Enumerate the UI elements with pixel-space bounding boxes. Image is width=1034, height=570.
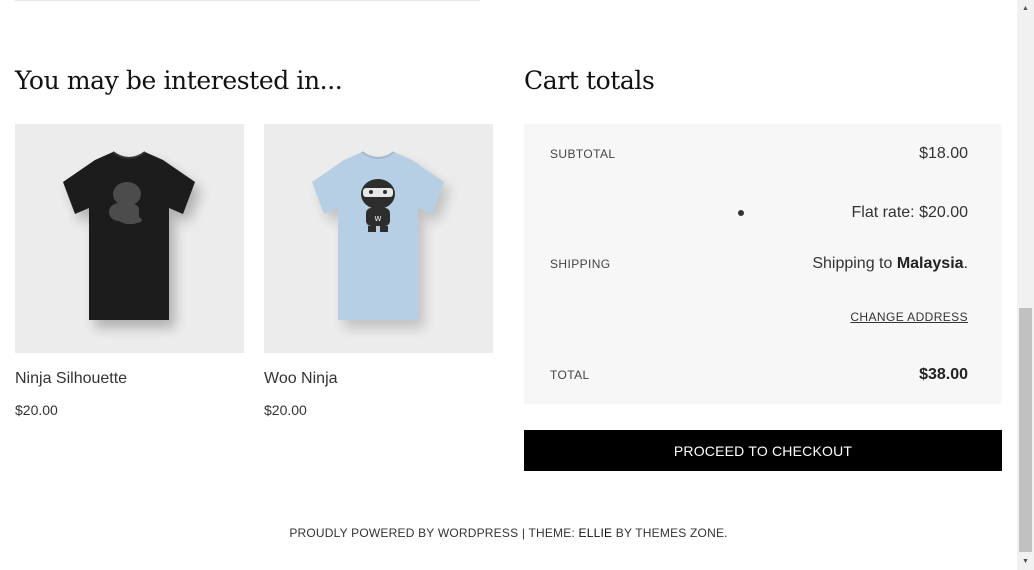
- shipping-to-text: Shipping to: [812, 255, 897, 272]
- shipping-destination: Shipping to Malaysia.: [812, 255, 968, 273]
- scroll-down-arrow-icon[interactable]: ▼: [1017, 553, 1034, 570]
- product-price: $20.00: [15, 402, 58, 418]
- footer-theme-link[interactable]: ELLIE: [579, 526, 613, 540]
- shipping-to-suffix: .: [963, 255, 968, 272]
- subtotal-value: $18.00: [919, 145, 968, 162]
- shirt-body: [312, 152, 444, 320]
- shipping-method-bullet[interactable]: [738, 210, 744, 216]
- top-divider: [15, 0, 480, 1]
- cart-totals-table: SUBTOTAL $18.00 Flat rate: $20.00 SHIPPI…: [524, 124, 1002, 404]
- shirt-body: [63, 152, 195, 320]
- product-card-woo-ninja[interactable]: W Woo Ninja $20.00: [264, 124, 493, 418]
- total-label: TOTAL: [550, 368, 590, 382]
- tshirt-image: [63, 151, 201, 328]
- footer-by-text: BY THEMES ZONE.: [612, 526, 728, 540]
- site-footer: PROUDLY POWERED BY WORDPRESS | THEME: EL…: [0, 526, 1017, 540]
- product-price: $20.00: [264, 402, 307, 418]
- scroll-thumb[interactable]: [1019, 308, 1032, 552]
- shipping-label: SHIPPING: [550, 257, 611, 271]
- shipping-country: Malaysia: [896, 255, 964, 272]
- proceed-to-checkout-button[interactable]: PROCEED TO CHECKOUT: [524, 430, 1002, 471]
- shipping-method: Flat rate: $20.00: [851, 204, 968, 221]
- svg-text:W: W: [375, 215, 382, 223]
- related-products-heading: You may be interested in...: [15, 66, 343, 95]
- product-image[interactable]: W: [264, 124, 493, 353]
- tshirt-image: W: [312, 151, 450, 328]
- cart-totals-heading: Cart totals: [524, 66, 655, 95]
- footer-powered-text: PROUDLY POWERED BY WORDPRESS | THEME:: [289, 526, 579, 540]
- scroll-up-arrow-icon[interactable]: ▲: [1017, 0, 1034, 17]
- product-title[interactable]: Ninja Silhouette: [15, 370, 244, 388]
- total-value: $38.00: [919, 366, 968, 383]
- product-title[interactable]: Woo Ninja: [264, 370, 493, 388]
- page-scrollbar[interactable]: ▲ ▼: [1017, 0, 1034, 570]
- change-address-link[interactable]: CHANGE ADDRESS: [850, 310, 968, 324]
- product-image[interactable]: [15, 124, 244, 353]
- subtotal-label: SUBTOTAL: [550, 147, 616, 161]
- product-card-ninja-silhouette[interactable]: Ninja Silhouette $20.00: [15, 124, 244, 418]
